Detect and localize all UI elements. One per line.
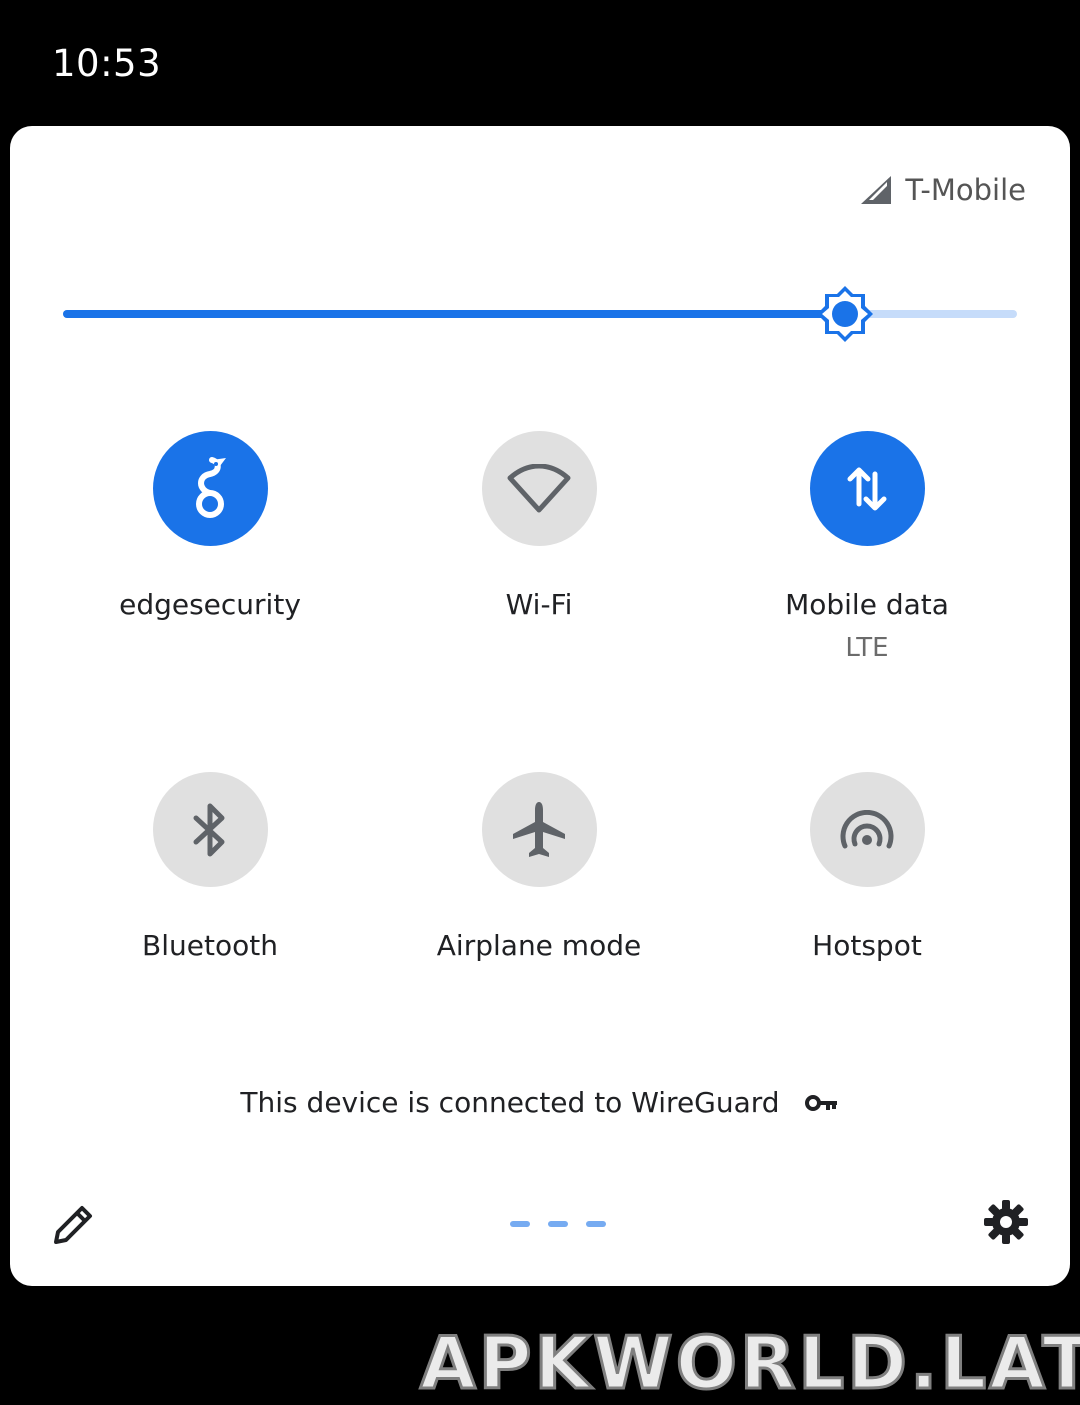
bluetooth-icon: [193, 803, 225, 856]
hotspot-icon: [840, 809, 894, 848]
page-dot: [586, 1221, 606, 1227]
tile-bluetooth[interactable]: Bluetooth: [60, 772, 360, 962]
tile-vpn[interactable]: edgesecurity: [60, 431, 360, 621]
brightness-slider[interactable]: [63, 286, 1017, 342]
airplane-icon: [513, 801, 565, 857]
vpn-toggle[interactable]: [152, 431, 268, 546]
hotspot-toggle[interactable]: [809, 772, 925, 887]
wireguard-dragon-icon: [196, 456, 226, 518]
carrier-indicator: T-Mobile: [859, 173, 1026, 207]
signal-icon: [861, 176, 892, 204]
tile-label: Airplane mode: [436, 929, 642, 962]
tile-sublabel: LTE: [845, 633, 889, 663]
clock: 10:53: [52, 42, 162, 85]
tile-label: Bluetooth: [142, 929, 278, 962]
tile-label: edgesecurity: [119, 588, 301, 621]
status-bar: 10:53: [0, 0, 1080, 126]
watermark-text: APKWORLD.LAT: [418, 1320, 1080, 1405]
brightness-fill: [63, 310, 846, 318]
tile-label: Hotspot: [812, 929, 922, 962]
airplane-toggle[interactable]: [481, 772, 597, 887]
tile-hotspot[interactable]: Hotspot: [717, 772, 1017, 962]
wifi-toggle[interactable]: [481, 431, 597, 546]
mobile-data-toggle[interactable]: [809, 431, 925, 546]
pencil-icon[interactable]: [48, 1198, 100, 1250]
page-dot: [510, 1221, 530, 1227]
vpn-status-text: This device is connected to WireGuard: [240, 1086, 780, 1119]
carrier-name: T-Mobile: [905, 173, 1026, 207]
key-icon: [804, 1094, 837, 1111]
tile-label: Wi-Fi: [505, 588, 573, 621]
tile-label: Mobile data: [785, 588, 949, 621]
page-indicator: [510, 1221, 606, 1227]
tile-airplane[interactable]: Airplane mode: [389, 772, 689, 962]
vpn-status[interactable]: This device is connected to WireGuard: [10, 1086, 1070, 1119]
tile-mobile-data[interactable]: Mobile data LTE: [717, 431, 1017, 663]
gear-icon[interactable]: [980, 1196, 1032, 1248]
bluetooth-toggle[interactable]: [152, 772, 268, 887]
tile-wifi[interactable]: Wi-Fi: [389, 431, 689, 621]
mobile-data-icon: [847, 467, 887, 510]
brightness-thumb-icon[interactable]: [815, 284, 875, 344]
page-dot: [548, 1221, 568, 1227]
quick-settings-panel: T-Mobile edgesecurity Wi-Fi Mobile data …: [10, 126, 1080, 1405]
wifi-icon: [507, 463, 571, 512]
